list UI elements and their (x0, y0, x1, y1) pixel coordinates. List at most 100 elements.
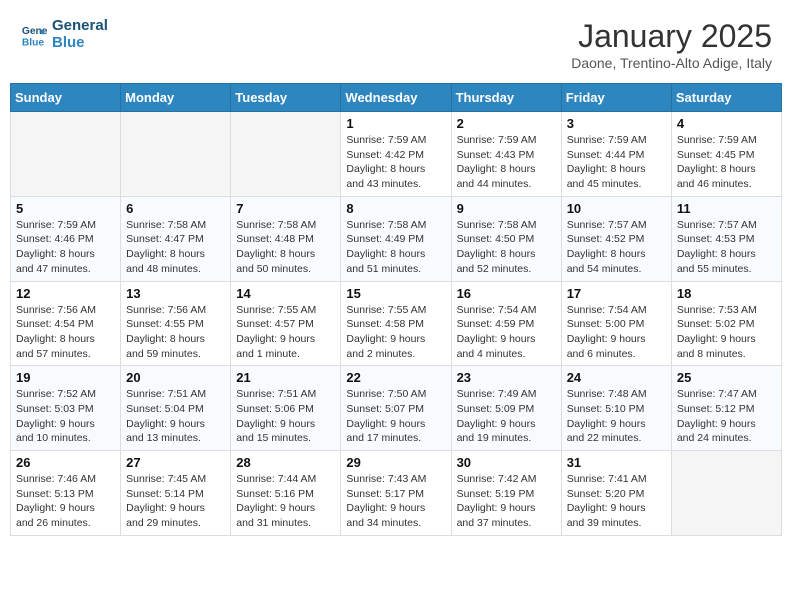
day-info: Sunrise: 7:51 AM Sunset: 5:06 PM Dayligh… (236, 387, 335, 446)
day-number: 4 (677, 116, 776, 131)
calendar-cell: 27 Sunrise: 7:45 AM Sunset: 5:14 PM Dayli… (121, 451, 231, 536)
calendar-cell: 24Sunrise: 7:48 AM Sunset: 5:10 PM Dayli… (561, 366, 671, 451)
weekday-header-row: SundayMondayTuesdayWednesdayThursdayFrid… (11, 84, 782, 112)
weekday-header-friday: Friday (561, 84, 671, 112)
calendar-cell: 12 Sunrise: 7:56 AM Sunset: 4:54 PM Dayli… (11, 281, 121, 366)
calendar-cell: 22 Sunrise: 7:50 AM Sunset: 5:07 PM Dayli… (341, 366, 451, 451)
day-info: Sunrise: 7:57 AM Sunset: 4:52 PM Dayligh… (567, 218, 666, 277)
day-number: 20 (126, 370, 225, 385)
calendar-cell: 20 Sunrise: 7:51 AM Sunset: 5:04 PM Dayli… (121, 366, 231, 451)
day-info: Sunrise: 7:59 AM Sunset: 4:45 PM Dayligh… (677, 133, 776, 192)
day-info: Sunrise: 7:53 AM Sunset: 5:02 PM Dayligh… (677, 303, 776, 362)
calendar-cell (11, 112, 121, 197)
day-info: Sunrise: 7:56 AM Sunset: 4:55 PM Dayligh… (126, 303, 225, 362)
logo: General Blue GeneralBlue (20, 18, 108, 51)
day-info: Sunrise: 7:48 AM Sunset: 5:10 PM Dayligh… (567, 387, 666, 446)
day-info: Sunrise: 7:54 AM Sunset: 4:59 PM Dayligh… (457, 303, 556, 362)
calendar-table: SundayMondayTuesdayWednesdayThursdayFrid… (10, 83, 782, 536)
calendar-cell: 29Sunrise: 7:43 AM Sunset: 5:17 PM Dayli… (341, 451, 451, 536)
calendar-cell (671, 451, 781, 536)
calendar-cell: 6 Sunrise: 7:58 AM Sunset: 4:47 PM Daylig… (121, 196, 231, 281)
weekday-header-thursday: Thursday (451, 84, 561, 112)
calendar-cell: 15Sunrise: 7:55 AM Sunset: 4:58 PM Dayli… (341, 281, 451, 366)
day-number: 5 (16, 201, 115, 216)
calendar-cell: 18Sunrise: 7:53 AM Sunset: 5:02 PM Dayli… (671, 281, 781, 366)
day-info: Sunrise: 7:58 AM Sunset: 4:48 PM Dayligh… (236, 218, 335, 277)
day-info: Sunrise: 7:45 AM Sunset: 5:14 PM Dayligh… (126, 472, 225, 531)
day-info: Sunrise: 7:41 AM Sunset: 5:20 PM Dayligh… (567, 472, 666, 531)
calendar-cell: 19 Sunrise: 7:52 AM Sunset: 5:03 PM Dayli… (11, 366, 121, 451)
day-number: 1 (346, 116, 445, 131)
day-info: Sunrise: 7:49 AM Sunset: 5:09 PM Dayligh… (457, 387, 556, 446)
day-info: Sunrise: 7:47 AM Sunset: 5:12 PM Dayligh… (677, 387, 776, 446)
day-number: 22 (346, 370, 445, 385)
calendar-cell: 13 Sunrise: 7:56 AM Sunset: 4:55 PM Dayli… (121, 281, 231, 366)
day-number: 13 (126, 286, 225, 301)
day-number: 3 (567, 116, 666, 131)
calendar-cell: 8 Sunrise: 7:58 AM Sunset: 4:49 PM Daylig… (341, 196, 451, 281)
week-row-3: 12 Sunrise: 7:56 AM Sunset: 4:54 PM Dayli… (11, 281, 782, 366)
logo-icon: General Blue (20, 21, 48, 49)
calendar-cell: 2Sunrise: 7:59 AM Sunset: 4:43 PM Daylig… (451, 112, 561, 197)
week-row-1: 1 Sunrise: 7:59 AM Sunset: 4:42 PM Daylig… (11, 112, 782, 197)
day-info: Sunrise: 7:59 AM Sunset: 4:44 PM Dayligh… (567, 133, 666, 192)
day-number: 9 (457, 201, 556, 216)
calendar-cell: 14Sunrise: 7:55 AM Sunset: 4:57 PM Dayli… (231, 281, 341, 366)
calendar-cell: 9 Sunrise: 7:58 AM Sunset: 4:50 PM Daylig… (451, 196, 561, 281)
day-number: 7 (236, 201, 335, 216)
month-title: January 2025 (571, 18, 772, 55)
calendar-cell: 3 Sunrise: 7:59 AM Sunset: 4:44 PM Daylig… (561, 112, 671, 197)
calendar-cell: 28Sunrise: 7:44 AM Sunset: 5:16 PM Dayli… (231, 451, 341, 536)
week-row-5: 26 Sunrise: 7:46 AM Sunset: 5:13 PM Dayli… (11, 451, 782, 536)
day-info: Sunrise: 7:50 AM Sunset: 5:07 PM Dayligh… (346, 387, 445, 446)
calendar-cell (121, 112, 231, 197)
day-info: Sunrise: 7:43 AM Sunset: 5:17 PM Dayligh… (346, 472, 445, 531)
calendar-cell: 7 Sunrise: 7:58 AM Sunset: 4:48 PM Daylig… (231, 196, 341, 281)
title-block: January 2025 Daone, Trentino-Alto Adige,… (571, 18, 772, 71)
day-number: 30 (457, 455, 556, 470)
day-number: 8 (346, 201, 445, 216)
calendar-cell: 31 Sunrise: 7:41 AM Sunset: 5:20 PM Dayli… (561, 451, 671, 536)
day-info: Sunrise: 7:56 AM Sunset: 4:54 PM Dayligh… (16, 303, 115, 362)
day-number: 11 (677, 201, 776, 216)
day-info: Sunrise: 7:58 AM Sunset: 4:50 PM Dayligh… (457, 218, 556, 277)
day-info: Sunrise: 7:57 AM Sunset: 4:53 PM Dayligh… (677, 218, 776, 277)
day-info: Sunrise: 7:58 AM Sunset: 4:49 PM Dayligh… (346, 218, 445, 277)
calendar-cell: 23Sunrise: 7:49 AM Sunset: 5:09 PM Dayli… (451, 366, 561, 451)
svg-text:Blue: Blue (22, 37, 45, 48)
day-info: Sunrise: 7:59 AM Sunset: 4:42 PM Dayligh… (346, 133, 445, 192)
calendar-cell: 11 Sunrise: 7:57 AM Sunset: 4:53 PM Dayli… (671, 196, 781, 281)
calendar-cell: 26 Sunrise: 7:46 AM Sunset: 5:13 PM Dayli… (11, 451, 121, 536)
day-number: 25 (677, 370, 776, 385)
weekday-header-tuesday: Tuesday (231, 84, 341, 112)
day-number: 16 (457, 286, 556, 301)
day-info: Sunrise: 7:42 AM Sunset: 5:19 PM Dayligh… (457, 472, 556, 531)
weekday-header-monday: Monday (121, 84, 231, 112)
calendar-cell: 5Sunrise: 7:59 AM Sunset: 4:46 PM Daylig… (11, 196, 121, 281)
calendar-cell: 10 Sunrise: 7:57 AM Sunset: 4:52 PM Dayli… (561, 196, 671, 281)
calendar-cell: 25 Sunrise: 7:47 AM Sunset: 5:12 PM Dayli… (671, 366, 781, 451)
day-number: 17 (567, 286, 666, 301)
day-number: 19 (16, 370, 115, 385)
calendar-cell: 21 Sunrise: 7:51 AM Sunset: 5:06 PM Dayli… (231, 366, 341, 451)
day-number: 27 (126, 455, 225, 470)
week-row-4: 19 Sunrise: 7:52 AM Sunset: 5:03 PM Dayli… (11, 366, 782, 451)
day-number: 6 (126, 201, 225, 216)
weekday-header-sunday: Sunday (11, 84, 121, 112)
day-number: 26 (16, 455, 115, 470)
day-info: Sunrise: 7:55 AM Sunset: 4:58 PM Dayligh… (346, 303, 445, 362)
calendar-cell: 30 Sunrise: 7:42 AM Sunset: 5:19 PM Dayli… (451, 451, 561, 536)
day-info: Sunrise: 7:55 AM Sunset: 4:57 PM Dayligh… (236, 303, 335, 362)
day-number: 12 (16, 286, 115, 301)
day-info: Sunrise: 7:58 AM Sunset: 4:47 PM Dayligh… (126, 218, 225, 277)
day-info: Sunrise: 7:46 AM Sunset: 5:13 PM Dayligh… (16, 472, 115, 531)
day-number: 10 (567, 201, 666, 216)
calendar-cell: 17Sunrise: 7:54 AM Sunset: 5:00 PM Dayli… (561, 281, 671, 366)
day-number: 21 (236, 370, 335, 385)
day-info: Sunrise: 7:51 AM Sunset: 5:04 PM Dayligh… (126, 387, 225, 446)
weekday-header-wednesday: Wednesday (341, 84, 451, 112)
day-number: 31 (567, 455, 666, 470)
page-header: General Blue GeneralBlue January 2025 Da… (10, 10, 782, 83)
day-info: Sunrise: 7:52 AM Sunset: 5:03 PM Dayligh… (16, 387, 115, 446)
week-row-2: 5Sunrise: 7:59 AM Sunset: 4:46 PM Daylig… (11, 196, 782, 281)
